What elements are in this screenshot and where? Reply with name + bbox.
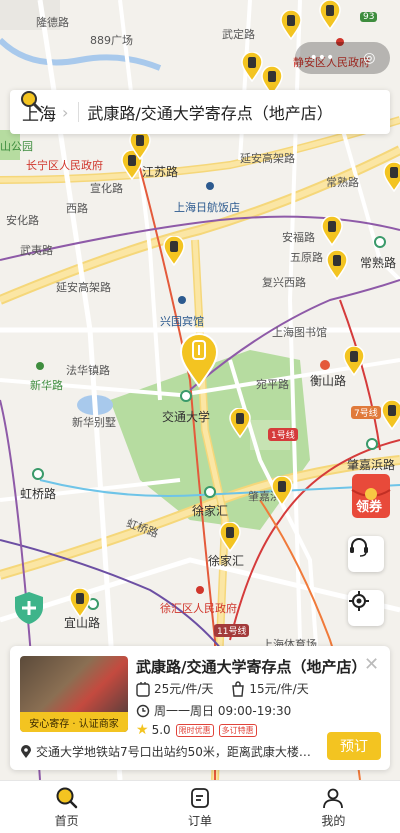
rating-value: 5.0 xyxy=(151,723,171,737)
map-label: 常熟路 xyxy=(326,176,359,189)
storage-pin[interactable] xyxy=(380,400,400,430)
suitcase-icon xyxy=(136,681,150,697)
coupon-label: 领券 xyxy=(356,500,383,515)
price-small-text: 25元/件/天 xyxy=(154,682,214,696)
storage-pin[interactable] xyxy=(228,408,252,438)
tab-label: 首页 xyxy=(54,813,79,828)
headset-icon xyxy=(350,538,368,557)
star-icon: ★ xyxy=(136,722,149,738)
storage-pin[interactable] xyxy=(382,162,400,192)
map-label: 虹桥路 xyxy=(20,487,57,501)
chevron-right-icon: › xyxy=(62,102,69,122)
price-large: 15元/件/天 xyxy=(231,680,309,697)
book-button[interactable]: 预订 xyxy=(327,732,381,760)
map-label: 徐家汇 xyxy=(208,554,245,568)
map-label: 徐汇区人民政府 xyxy=(160,602,237,615)
search-icon xyxy=(21,91,42,112)
user-icon xyxy=(323,788,344,808)
map-top-controls[interactable]: ••• ◎ xyxy=(295,42,390,74)
location-pin-icon xyxy=(21,744,31,758)
home-search-icon xyxy=(56,787,77,808)
map-label: 法华镇路 xyxy=(66,364,110,377)
metro-line-badge: 93 xyxy=(360,12,378,22)
map-label: 延安高架路 xyxy=(240,152,295,165)
search-bar[interactable]: 上海 › 武康路/交通大学寄存点（地产店） xyxy=(10,90,390,134)
map-label: 延安高架路 xyxy=(56,281,111,294)
search-input[interactable]: 武康路/交通大学寄存点（地产店） xyxy=(87,100,347,124)
tab-orders[interactable]: 订单 xyxy=(133,781,266,833)
target-icon[interactable]: ◎ xyxy=(363,50,375,66)
map-label: 上海日航饭店 xyxy=(174,201,240,214)
clock-icon xyxy=(136,704,150,717)
promo-badge: 限时优惠 xyxy=(175,723,214,737)
map-label: 武定路 xyxy=(222,28,255,41)
selected-storage-pin[interactable] xyxy=(178,332,220,388)
storage-pin[interactable] xyxy=(342,346,366,376)
locate-icon xyxy=(349,591,369,611)
coupon-button[interactable]: 领券 xyxy=(350,470,392,522)
map-label: 复兴西路 xyxy=(262,276,306,289)
map-label: 安福路 xyxy=(282,231,315,244)
locate-button[interactable] xyxy=(348,590,384,626)
map-label: 徐家汇 xyxy=(192,504,229,518)
map-label: 上海图书馆 xyxy=(272,326,327,339)
map-label: 宣化路 xyxy=(90,182,123,195)
more-icon[interactable]: ••• xyxy=(310,50,335,66)
customer-service-button[interactable] xyxy=(348,536,384,572)
store-image: 安心寄存 · 认证商家 xyxy=(20,656,128,732)
tab-home[interactable]: 首页 xyxy=(0,781,133,833)
insurance-button[interactable] xyxy=(12,590,46,626)
tab-label: 我的 xyxy=(321,813,346,828)
map-label: 安化路 xyxy=(6,214,39,227)
metro-line-badge: 7号线 xyxy=(351,406,381,419)
map-label: 长宁区人民政府 xyxy=(26,159,103,172)
price-large-text: 15元/件/天 xyxy=(249,682,309,696)
storage-pin[interactable] xyxy=(279,10,303,40)
price-row: 25元/件/天 15元/件/天 xyxy=(136,680,327,697)
price-small: 25元/件/天 xyxy=(136,680,213,697)
metro-line-badge: 1号线 xyxy=(268,428,298,441)
hours-text: 周一一周日 09:00-19:30 xyxy=(154,704,292,718)
tab-label: 订单 xyxy=(187,813,212,828)
address-row: 交通大学地铁站7号口出站约50米，距离武康大楼约400米 xyxy=(20,743,315,760)
map-label: 西路 xyxy=(66,202,88,215)
map-label: 交通大学 xyxy=(162,410,211,424)
map-label: 新华别墅 xyxy=(72,416,116,429)
store-card[interactable]: 安心寄存 · 认证商家 武康路/交通大学寄存点（地产店） ✕ 25元/件/天 1… xyxy=(10,646,390,770)
orders-icon xyxy=(191,787,209,808)
storage-pin[interactable] xyxy=(320,216,344,246)
storage-pin[interactable] xyxy=(218,522,242,552)
map-label: 江苏路 xyxy=(142,165,179,179)
storage-pin[interactable] xyxy=(318,0,342,30)
map-label: 兴国宾馆 xyxy=(160,315,204,328)
metro-line-badge: 11号线 xyxy=(214,624,250,637)
address-text: 交通大学地铁站7号口出站约50米，距离武康大楼约400米 xyxy=(36,745,315,759)
map-label: 新华路 xyxy=(30,379,63,392)
storage-pin[interactable] xyxy=(270,476,294,506)
map-label: 武夷路 xyxy=(20,244,53,257)
promo-badge: 多订特惠 xyxy=(218,723,257,737)
tab-bar: 首页 订单 我的 xyxy=(0,780,400,833)
divider xyxy=(78,102,80,122)
storage-pin[interactable] xyxy=(128,130,152,160)
map-label: 宛平路 xyxy=(256,378,289,391)
map-label: 山公园 xyxy=(0,140,33,153)
tab-profile[interactable]: 我的 xyxy=(267,781,400,833)
shield-icon xyxy=(15,592,43,624)
map-label: 衡山路 xyxy=(310,374,347,388)
map-label: 隆德路 xyxy=(36,16,69,29)
rating-row: ★ 5.0 限时优惠 多订特惠 xyxy=(136,722,257,738)
storage-pin[interactable] xyxy=(68,588,92,618)
map-label: 常熟路 xyxy=(360,256,397,270)
storage-pin[interactable] xyxy=(162,236,186,266)
certified-tag: 安心寄存 · 认证商家 xyxy=(20,712,128,732)
close-icon[interactable]: ✕ xyxy=(364,654,379,675)
bag-icon xyxy=(232,680,245,697)
storage-pin[interactable] xyxy=(325,250,349,280)
map-label: 889广场 xyxy=(90,34,133,47)
map-label: 五原路 xyxy=(290,251,323,264)
store-title: 武康路/交通大学寄存点（地产店） xyxy=(136,658,367,676)
opening-hours: 周一一周日 09:00-19:30 xyxy=(136,702,291,719)
